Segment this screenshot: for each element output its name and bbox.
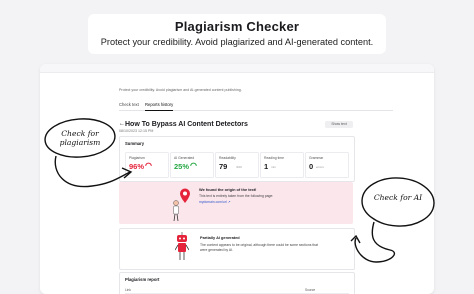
metric-label: Reading time [264, 156, 284, 160]
metric-value: 0 [309, 162, 314, 171]
plagiarism-report-card: Plagiarism report Link Source [119, 272, 355, 294]
metric-label: AI Generated [174, 156, 195, 160]
app-topbar [40, 64, 434, 73]
document-title: How To Bypass AI Content Detectors [125, 121, 248, 128]
app-intro-text: Protect your credibility. Avoid plagiari… [119, 88, 242, 92]
report-table-header: Link Source [125, 288, 349, 294]
person-illustration-icon [173, 200, 179, 222]
metric-grammar: Grammar 0 errors [305, 152, 349, 178]
metric-plagiarism: Plagiarism 96% [125, 152, 169, 178]
page-title: Plagiarism Checker [174, 19, 300, 34]
summary-card: Summary Plagiarism 96% AI Generated 25% … [119, 136, 355, 182]
origin-link[interactable]: mydomain.com/url ↗ [199, 200, 231, 204]
report-title: Plagiarism report [125, 277, 160, 282]
ai-detection-card: Partially AI generated The content appea… [119, 228, 355, 270]
gauge-red-icon [145, 162, 152, 167]
document-date: 08/10/2023 12:15 PM [119, 129, 154, 133]
origin-link-text[interactable]: mydomain.com/url [199, 200, 227, 204]
origin-found-card: We found the origin of the text! This te… [119, 182, 353, 224]
metric-reading-time: Reading time 1 min [260, 152, 304, 178]
report-column-source: Source [305, 288, 316, 292]
app-window: Protect your credibility. Avoid plagiari… [40, 64, 434, 294]
metrics-row: Plagiarism 96% AI Generated 25% Readabil… [125, 152, 349, 178]
tab-reports-history[interactable]: Reports history [145, 102, 174, 111]
ai-detection-title: Partially AI generated [200, 235, 240, 240]
summary-label: Summary [125, 141, 145, 146]
metric-value: 1 [264, 162, 269, 171]
metric-label: Grammar [309, 156, 324, 160]
annotation-plagiarism-label: Check for plagiarism [59, 129, 101, 147]
external-link-icon: ↗ [227, 200, 231, 204]
metric-unit: errors [316, 165, 324, 169]
metric-unit: min [271, 165, 276, 169]
metric-readability: Readability 79 /100 [215, 152, 259, 178]
robot-icon [175, 232, 189, 260]
metric-label: Readability [219, 156, 236, 160]
tab-check-text[interactable]: Check text [119, 102, 139, 110]
page-subtitle: Protect your credibility. Avoid plagiari… [100, 37, 374, 47]
metric-value: 96% [129, 162, 145, 171]
annotation-ai-label: Check for AI [373, 193, 423, 202]
metric-value: 25% [174, 162, 190, 171]
metric-ai-generated: AI Generated 25% [170, 152, 214, 178]
tab-bar: Check text Reports history [119, 102, 393, 111]
ai-detection-body: The content appears to be original, alth… [200, 243, 318, 252]
metric-unit: /100 [236, 165, 242, 169]
report-column-link: Link [125, 288, 131, 292]
origin-body: This text is entirely taken from the fol… [199, 194, 274, 198]
origin-title: We found the origin of the text! [199, 187, 257, 192]
gauge-green-icon [190, 162, 197, 167]
metric-value: 79 [219, 162, 228, 171]
header-banner: Plagiarism Checker Protect your credibil… [88, 14, 386, 54]
metric-label: Plagiarism [129, 156, 145, 160]
show-text-button[interactable]: Show text [325, 121, 353, 128]
